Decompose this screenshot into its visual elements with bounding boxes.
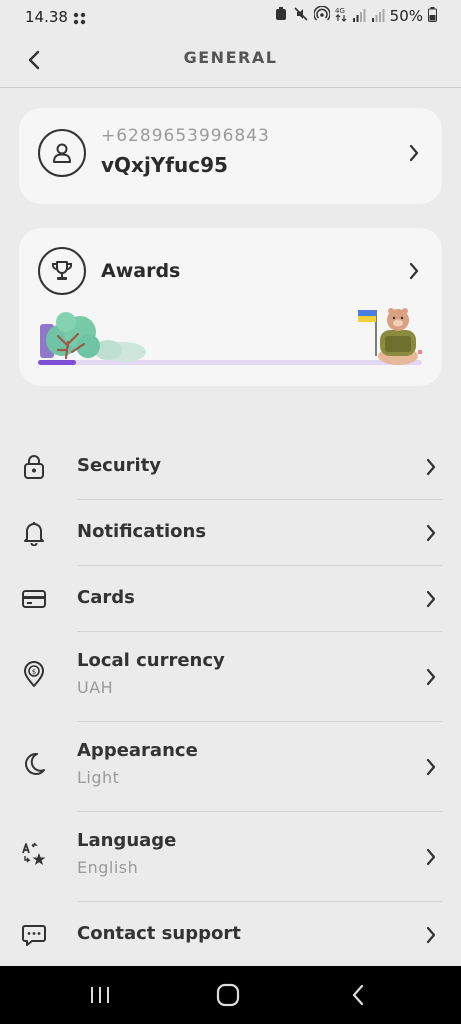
menu-item-language[interactable]: Language English	[0, 812, 461, 902]
signal-icon	[352, 7, 366, 26]
currency-pin-icon: $	[20, 660, 48, 688]
header: GENERAL	[0, 34, 461, 88]
chevron-right-icon	[423, 757, 439, 777]
recent-apps-icon	[91, 987, 109, 1003]
system-back-button[interactable]	[338, 980, 378, 1010]
svg-text:$: $	[32, 668, 36, 676]
menu-item-security[interactable]: Security	[0, 434, 461, 500]
menu-item-label: Contact support	[77, 923, 241, 944]
menu-item-label: Appearance	[77, 740, 198, 761]
recent-apps-button[interactable]	[80, 980, 120, 1010]
credit-card-icon	[20, 585, 48, 613]
menu-item-value: Light	[77, 768, 120, 787]
bell-icon	[20, 519, 48, 547]
chevron-right-icon	[423, 589, 439, 609]
awards-label: Awards	[101, 260, 181, 282]
menu-item-cards[interactable]: Cards	[0, 566, 461, 632]
home-button[interactable]	[208, 980, 248, 1010]
chevron-right-icon	[423, 457, 439, 477]
back-icon	[352, 984, 364, 1006]
translate-icon	[20, 840, 48, 868]
trophy-icon	[38, 247, 86, 295]
chevron-right-icon	[406, 143, 422, 163]
menu-item-label: Local currency	[77, 650, 225, 671]
home-icon	[216, 983, 240, 1007]
settings-menu: Security Notifications Cards $ Local cur…	[0, 434, 461, 968]
menu-item-local-currency[interactable]: $ Local currency UAH	[0, 632, 461, 722]
menu-item-notifications[interactable]: Notifications	[0, 500, 461, 566]
mute-icon	[293, 6, 309, 26]
status-time: 14.38	[25, 8, 68, 26]
menu-item-label: Notifications	[77, 521, 207, 542]
hotspot-icon	[312, 5, 331, 26]
lock-icon	[20, 453, 48, 481]
status-bar: 14.38 4G 50%	[0, 0, 461, 34]
system-nav-bar	[0, 966, 461, 1024]
menu-item-label: Security	[77, 455, 162, 476]
signal-icon	[371, 7, 385, 26]
awards-card[interactable]: Awards	[19, 228, 442, 386]
menu-item-value: UAH	[77, 678, 114, 697]
menu-item-label: Cards	[77, 587, 135, 608]
network-4g-icon: 4G	[335, 6, 347, 26]
svg-text:4G: 4G	[335, 7, 345, 15]
chevron-right-icon	[423, 523, 439, 543]
awards-progress-illustration	[38, 308, 422, 365]
chevron-right-icon	[423, 847, 439, 867]
alarm-icon	[274, 6, 288, 26]
page-title: GENERAL	[183, 48, 278, 67]
battery-percent: 50%	[389, 7, 423, 25]
menu-item-value: English	[77, 858, 139, 877]
notification-icon	[73, 11, 87, 30]
menu-item-label: Language	[77, 830, 177, 851]
chat-icon	[20, 921, 48, 949]
menu-item-contact-support[interactable]: Contact support	[0, 902, 461, 968]
chevron-right-icon	[423, 667, 439, 687]
battery-icon	[428, 6, 437, 26]
moon-icon	[20, 750, 48, 778]
menu-item-appearance[interactable]: Appearance Light	[0, 722, 461, 812]
chevron-right-icon	[406, 261, 422, 281]
profile-username: vQxjYfuc95	[101, 153, 228, 177]
user-icon	[38, 129, 86, 177]
profile-phone: +6289653996843	[101, 126, 270, 146]
profile-card[interactable]: +6289653996843 vQxjYfuc95	[19, 108, 442, 204]
chevron-right-icon	[423, 925, 439, 945]
